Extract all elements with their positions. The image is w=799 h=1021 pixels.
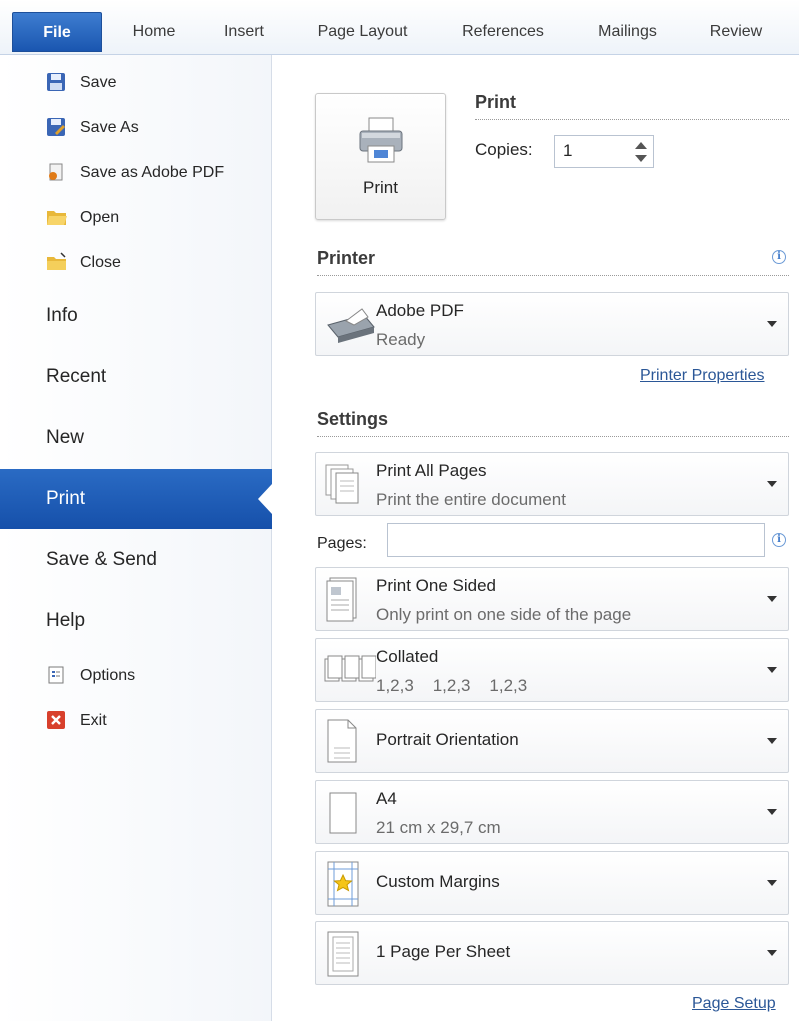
ribbon-tabs: File Home Insert Page Layout References … [0,0,799,55]
nav-save-adobe-pdf[interactable]: Save as Adobe PDF [0,153,272,193]
print-heading: Print [475,92,789,120]
nav-save-send[interactable]: Save & Send [0,530,272,590]
close-folder-icon [46,252,68,274]
nav-save-as[interactable]: Save As [0,108,272,148]
paper-size-title: A4 [376,789,397,808]
nav-exit[interactable]: Exit [0,701,272,741]
nav-save-as-label: Save As [80,119,139,136]
tab-review[interactable]: Review [697,12,775,52]
custom-margins-icon [327,861,359,907]
orientation-title: Portrait Orientation [376,730,519,749]
orientation-dropdown[interactable]: Portrait Orientation [315,709,789,773]
nav-new-label: New [46,427,85,448]
nav-options-label: Options [80,667,136,684]
nav-options[interactable]: Options [0,656,272,696]
collation-title: Collated [376,647,439,666]
nav-new[interactable]: New [0,408,272,468]
exit-icon [46,710,68,732]
chevron-down-icon [767,667,777,673]
open-folder-icon [46,207,68,229]
pages-per-sheet-dropdown[interactable]: 1 Page Per Sheet [315,921,789,985]
printer-info-icon[interactable]: i [772,250,786,264]
copies-value: 1 [563,141,573,160]
sides-subtitle: Only print on one side of the page [376,605,632,624]
print-range-title: Print All Pages [376,461,487,480]
copies-label: Copies: [475,140,533,159]
chevron-down-icon [767,481,777,487]
chevron-down-icon [767,596,777,602]
collation-subtitle: 1,2,3 1,2,3 1,2,3 [376,676,528,695]
paper-a4-icon [329,792,357,834]
printer-status: Ready [376,330,426,349]
printer-dropdown[interactable]: Adobe PDF Ready [315,292,789,356]
collated-icon [324,655,376,682]
page-setup-link[interactable]: Page Setup [692,995,776,1013]
tab-file[interactable]: File [12,12,102,52]
print-range-dropdown[interactable]: Print All Pages Print the entire documen… [315,452,789,516]
nav-print-label: Print [46,488,86,509]
nav-exit-label: Exit [80,712,107,729]
pages-info-icon[interactable]: i [772,533,786,547]
sides-dropdown[interactable]: Print One Sided Only print on one side o… [315,567,789,631]
pages-stack-icon [325,464,359,504]
save-icon [46,72,68,94]
portrait-page-icon [327,719,357,763]
paper-size-subtitle: 21 cm x 29,7 cm [376,818,501,837]
chevron-down-icon [767,809,777,815]
print-button[interactable]: Print [315,93,446,220]
tab-page-layout[interactable]: Page Layout [300,12,425,52]
tab-mailings[interactable]: Mailings [580,12,675,52]
nav-print[interactable]: Print [0,469,272,529]
tab-home[interactable]: Home [118,12,190,52]
chevron-down-icon [767,950,777,956]
pages-label: Pages: [317,535,367,552]
save-as-icon [46,117,68,139]
copies-spin[interactable] [635,140,647,164]
margins-dropdown[interactable]: Custom Margins [315,851,789,915]
tab-references[interactable]: References [447,12,559,52]
nav-recent[interactable]: Recent [0,347,272,407]
nav-close[interactable]: Close [0,243,272,283]
spin-down-icon[interactable] [635,155,647,162]
margins-title: Custom Margins [376,872,500,891]
printer-heading: Printer [317,248,789,276]
one-sided-icon [326,577,357,622]
nav-save[interactable]: Save [0,63,272,103]
chevron-down-icon [767,880,777,886]
nav-save-send-label: Save & Send [46,549,157,570]
nav-close-label: Close [80,254,121,271]
paper-size-dropdown[interactable]: A4 21 cm x 29,7 cm [315,780,789,844]
tab-insert[interactable]: Insert [210,12,278,52]
nav-open-label: Open [80,209,120,226]
options-icon [46,665,68,687]
collation-dropdown[interactable]: Collated 1,2,3 1,2,3 1,2,3 [315,638,789,702]
pdf-printer-icon [327,308,375,343]
print-button-label: Print [363,178,398,197]
nav-info-label: Info [46,305,78,326]
print-range-subtitle: Print the entire document [376,490,566,509]
printer-name: Adobe PDF [376,301,464,320]
nav-help[interactable]: Help [0,591,272,651]
printer-properties-link[interactable]: Printer Properties [640,367,765,385]
chevron-down-icon [767,321,777,327]
chevron-down-icon [767,738,777,744]
print-pane: Print Print Copies: 1 Printer i Adobe PD… [272,55,799,1021]
spin-up-icon[interactable] [635,142,647,149]
backstage-nav: Save Save As Save as Adobe PDF Open Clos… [0,55,272,1021]
pages-per-sheet-title: 1 Page Per Sheet [376,942,511,961]
one-page-per-sheet-icon [327,931,359,977]
pages-input[interactable] [387,523,765,557]
adobe-pdf-icon [46,162,68,184]
copies-stepper[interactable]: 1 [554,135,654,168]
nav-info[interactable]: Info [0,286,272,346]
nav-help-label: Help [46,610,86,631]
printer-icon [359,117,403,163]
nav-save-label: Save [80,74,117,91]
settings-heading: Settings [317,409,789,437]
nav-recent-label: Recent [46,366,107,387]
nav-save-adobe-label: Save as Adobe PDF [80,164,225,181]
sides-title: Print One Sided [376,576,497,595]
nav-open[interactable]: Open [0,198,272,238]
